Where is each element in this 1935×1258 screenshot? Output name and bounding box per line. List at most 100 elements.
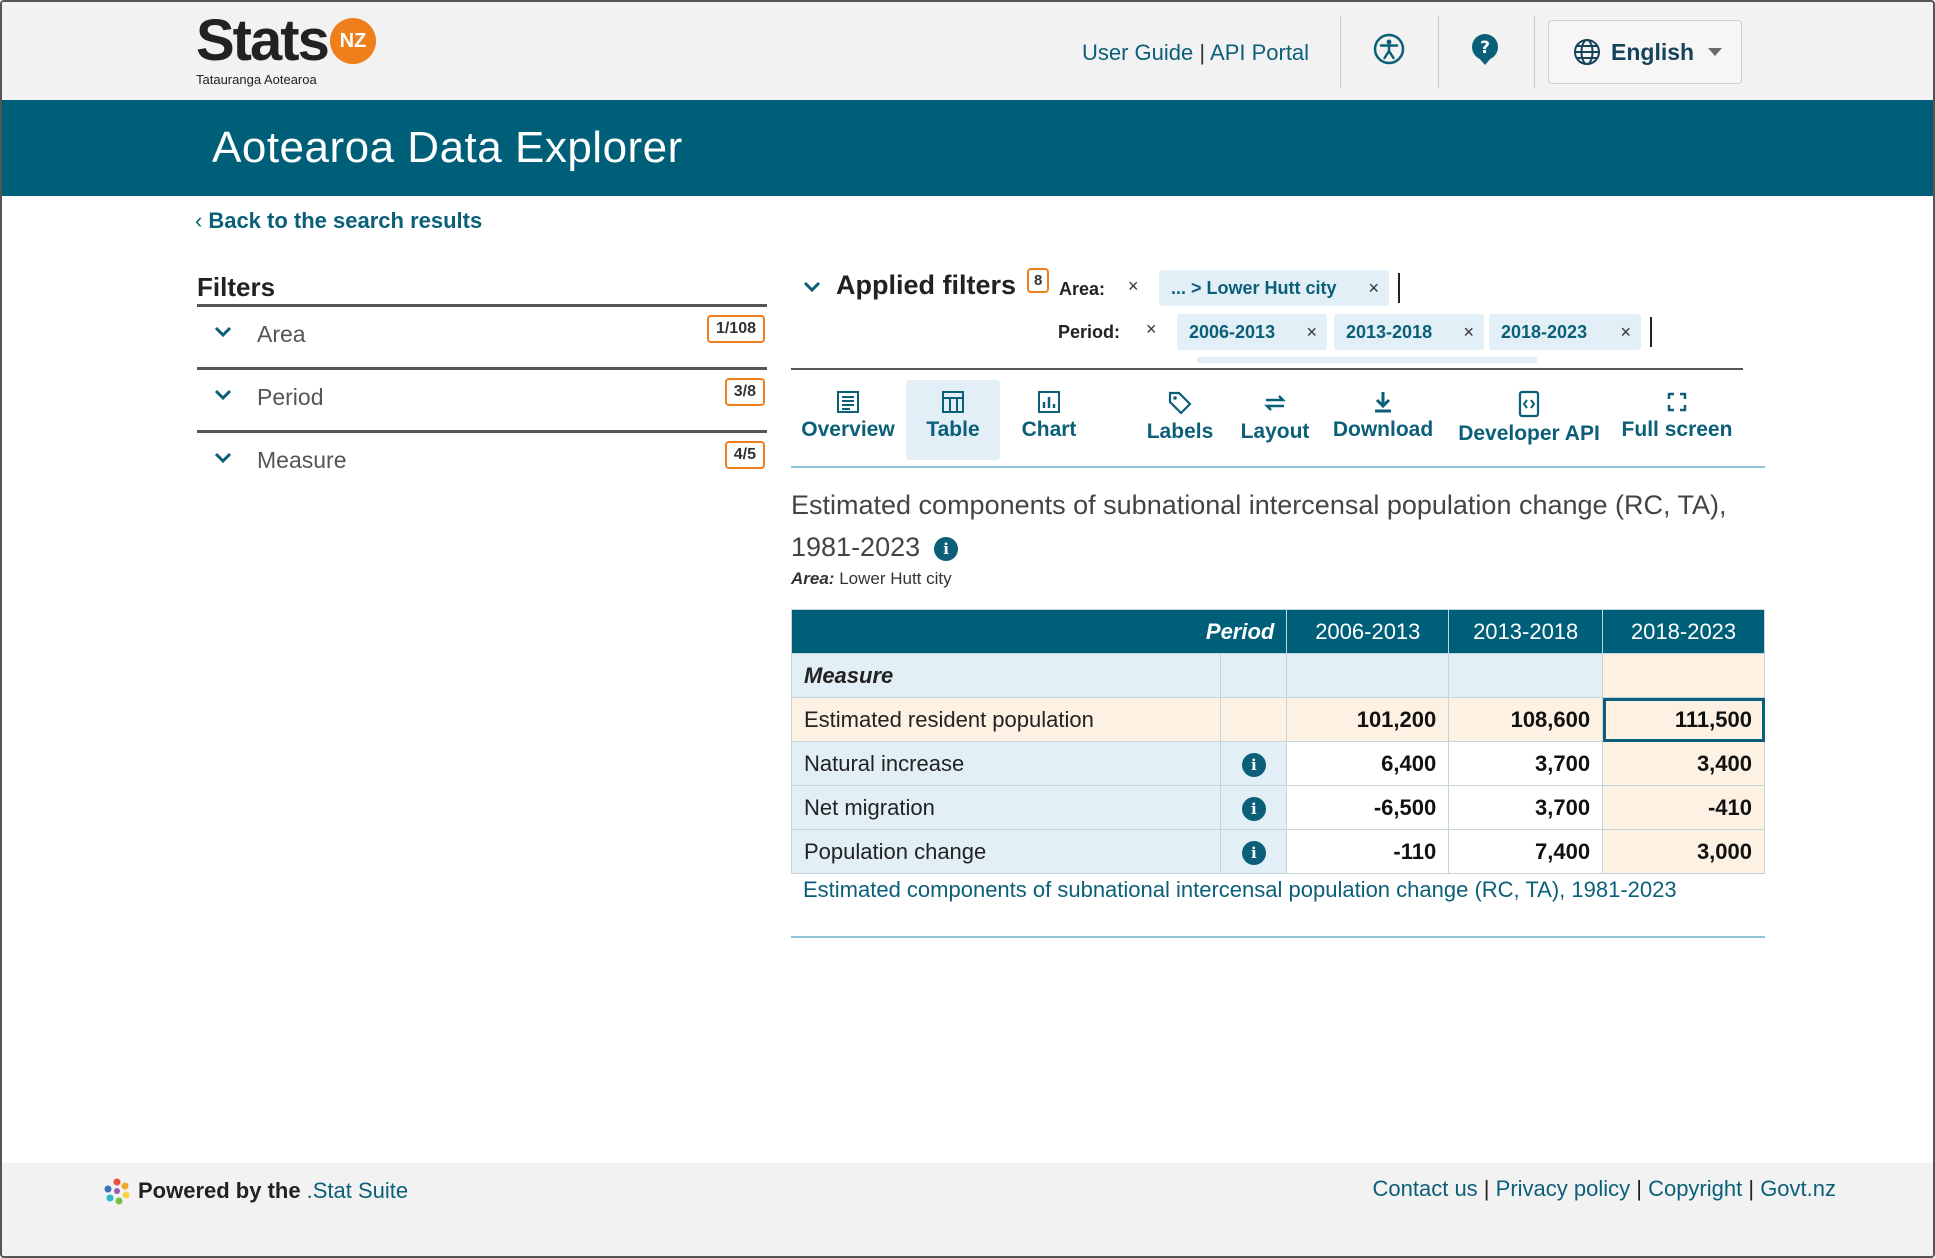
data-cell[interactable]: 3,000 — [1602, 829, 1765, 874]
chevron-down-icon — [214, 452, 232, 464]
remove-chip-icon[interactable]: × — [1306, 314, 1317, 350]
filter-measure[interactable]: Measure 4/5 — [197, 430, 767, 492]
table-button[interactable]: Table — [906, 380, 1000, 460]
table-row[interactable]: Population change i -110 7,400 3,000 — [790, 829, 1765, 874]
chevron-down-icon — [214, 326, 232, 338]
data-table: Period 2006-2013 2013-2018 2018-2023 Mea… — [790, 609, 1765, 874]
app-window: Stats NZ Tatauranga Aotearoa User Guide … — [0, 0, 1935, 1258]
top-links: User Guide | API Portal — [1082, 40, 1309, 66]
info-icon-cell[interactable]: i — [1220, 741, 1288, 786]
download-icon — [1375, 392, 1391, 413]
period-chip: 2006-2013 × — [1177, 314, 1327, 350]
language-selector[interactable]: English — [1548, 20, 1742, 84]
info-icon-cell[interactable]: i — [1220, 785, 1288, 830]
back-to-results-link[interactable]: ‹ Back to the search results — [195, 208, 482, 234]
accessibility-icon[interactable] — [1372, 32, 1406, 66]
data-cell[interactable]: -6,500 — [1286, 785, 1450, 830]
filter-label: Area — [257, 321, 306, 347]
info-icon[interactable]: i — [1241, 797, 1266, 821]
empty-cell — [1286, 653, 1450, 698]
swap-icon — [1264, 395, 1286, 411]
column-header[interactable]: 2013-2018 — [1448, 609, 1604, 654]
download-button[interactable]: Download — [1326, 380, 1440, 460]
powered-prefix: Powered by the — [138, 1178, 301, 1203]
download-label: Download — [1332, 418, 1434, 441]
link-separator: | — [1630, 1176, 1649, 1201]
globe-icon — [1574, 39, 1600, 65]
labels-button[interactable]: Labels — [1138, 380, 1222, 460]
filter-area[interactable]: Area 1/108 — [197, 304, 767, 366]
data-cell[interactable]: 108,600 — [1448, 697, 1604, 742]
remove-chip-icon[interactable]: × — [1368, 270, 1379, 306]
api-portal-link[interactable]: API Portal — [1210, 40, 1309, 65]
data-cell[interactable]: -110 — [1286, 829, 1450, 874]
data-cell[interactable]: -410 — [1602, 785, 1765, 830]
user-guide-link[interactable]: User Guide — [1082, 40, 1193, 65]
stat-suite-logo-icon — [104, 1178, 130, 1205]
data-cell[interactable]: 3,700 — [1448, 741, 1604, 786]
overview-icon — [837, 391, 859, 413]
filter-period[interactable]: Period 3/8 — [197, 367, 767, 429]
filter-count-badge: 1/108 — [706, 315, 765, 343]
remove-chip-icon[interactable]: × — [1620, 314, 1631, 350]
text-cursor — [1398, 273, 1400, 303]
clear-period-icon[interactable]: × — [1146, 319, 1157, 340]
api-icon — [1518, 390, 1540, 418]
page-title: Aotearoa Data Explorer — [198, 100, 697, 196]
table-header-row: Period 2006-2013 2013-2018 2018-2023 — [790, 609, 1765, 654]
empty-cell — [1220, 653, 1288, 698]
divider — [1438, 16, 1439, 88]
divider — [1534, 16, 1535, 88]
data-cell[interactable]: 7,400 — [1448, 829, 1604, 874]
data-cell[interactable]: 6,400 — [1286, 741, 1450, 786]
copyright-link[interactable]: Copyright — [1648, 1176, 1742, 1201]
developer-api-button[interactable]: Developer API — [1450, 380, 1608, 460]
empty-cell — [1602, 653, 1765, 698]
period-filter-label: Period: — [1058, 322, 1121, 342]
data-cell[interactable]: 3,700 — [1448, 785, 1604, 830]
table-row[interactable]: Natural increase i 6,400 3,700 3,400 — [790, 741, 1765, 786]
filter-count-badge: 3/8 — [724, 378, 765, 406]
contact-us-link[interactable]: Contact us — [1373, 1176, 1478, 1201]
column-header[interactable]: 2018-2023 — [1602, 609, 1765, 654]
info-icon[interactable]: i — [1241, 753, 1266, 777]
divider — [791, 936, 1765, 938]
language-label: English — [1611, 38, 1695, 65]
info-icon[interactable]: i — [1241, 841, 1266, 865]
data-cell[interactable]: 101,200 — [1286, 697, 1450, 742]
tag-icon — [1168, 391, 1192, 415]
applied-filters-heading[interactable]: Applied filters — [836, 270, 1016, 301]
table-row[interactable]: Estimated resident population 101,200 10… — [790, 697, 1765, 742]
chart-button[interactable]: Chart — [1005, 380, 1093, 460]
banner: Aotearoa Data Explorer — [2, 100, 1933, 196]
table-row[interactable]: Net migration i -6,500 3,700 -410 — [790, 785, 1765, 830]
area-chip-label: ... > Lower Hutt city — [1171, 278, 1337, 298]
filter-count-badge: 4/5 — [724, 441, 765, 469]
subtitle-value: Lower Hutt city — [839, 569, 952, 588]
govt-nz-link[interactable]: Govt.nz — [1760, 1176, 1836, 1201]
table-source-link[interactable]: Estimated components of subnational inte… — [803, 874, 1703, 905]
scroll-indicator[interactable] — [1197, 357, 1537, 363]
info-icon[interactable]: i — [934, 536, 959, 561]
help-icon[interactable]: ? — [1468, 32, 1502, 66]
data-cell-selected[interactable]: 111,500 — [1602, 697, 1765, 742]
layout-button[interactable]: Layout — [1232, 380, 1318, 460]
layout-label: Layout — [1240, 420, 1310, 443]
column-header[interactable]: 2006-2013 — [1286, 609, 1450, 654]
chevron-down-icon[interactable] — [802, 280, 822, 294]
chart-icon — [1038, 391, 1060, 413]
fullscreen-icon — [1667, 392, 1687, 412]
logo-tagline: Tatauranga Aotearoa — [196, 72, 317, 87]
table-subtitle: Area: Lower Hutt city — [791, 569, 952, 589]
data-cell[interactable]: 3,400 — [1602, 741, 1765, 786]
remove-chip-icon[interactable]: × — [1463, 314, 1474, 350]
info-icon-cell[interactable]: i — [1220, 829, 1288, 874]
stat-suite-link[interactable]: .Stat Suite — [307, 1178, 409, 1204]
stats-nz-logo[interactable]: Stats NZ Tatauranga Aotearoa — [196, 12, 376, 87]
filter-label: Period — [257, 384, 324, 410]
full-screen-button[interactable]: Full screen — [1616, 380, 1738, 460]
row-label: Natural increase — [790, 741, 1222, 786]
clear-area-icon[interactable]: × — [1128, 276, 1139, 297]
overview-button[interactable]: Overview — [791, 380, 905, 460]
privacy-policy-link[interactable]: Privacy policy — [1496, 1176, 1630, 1201]
